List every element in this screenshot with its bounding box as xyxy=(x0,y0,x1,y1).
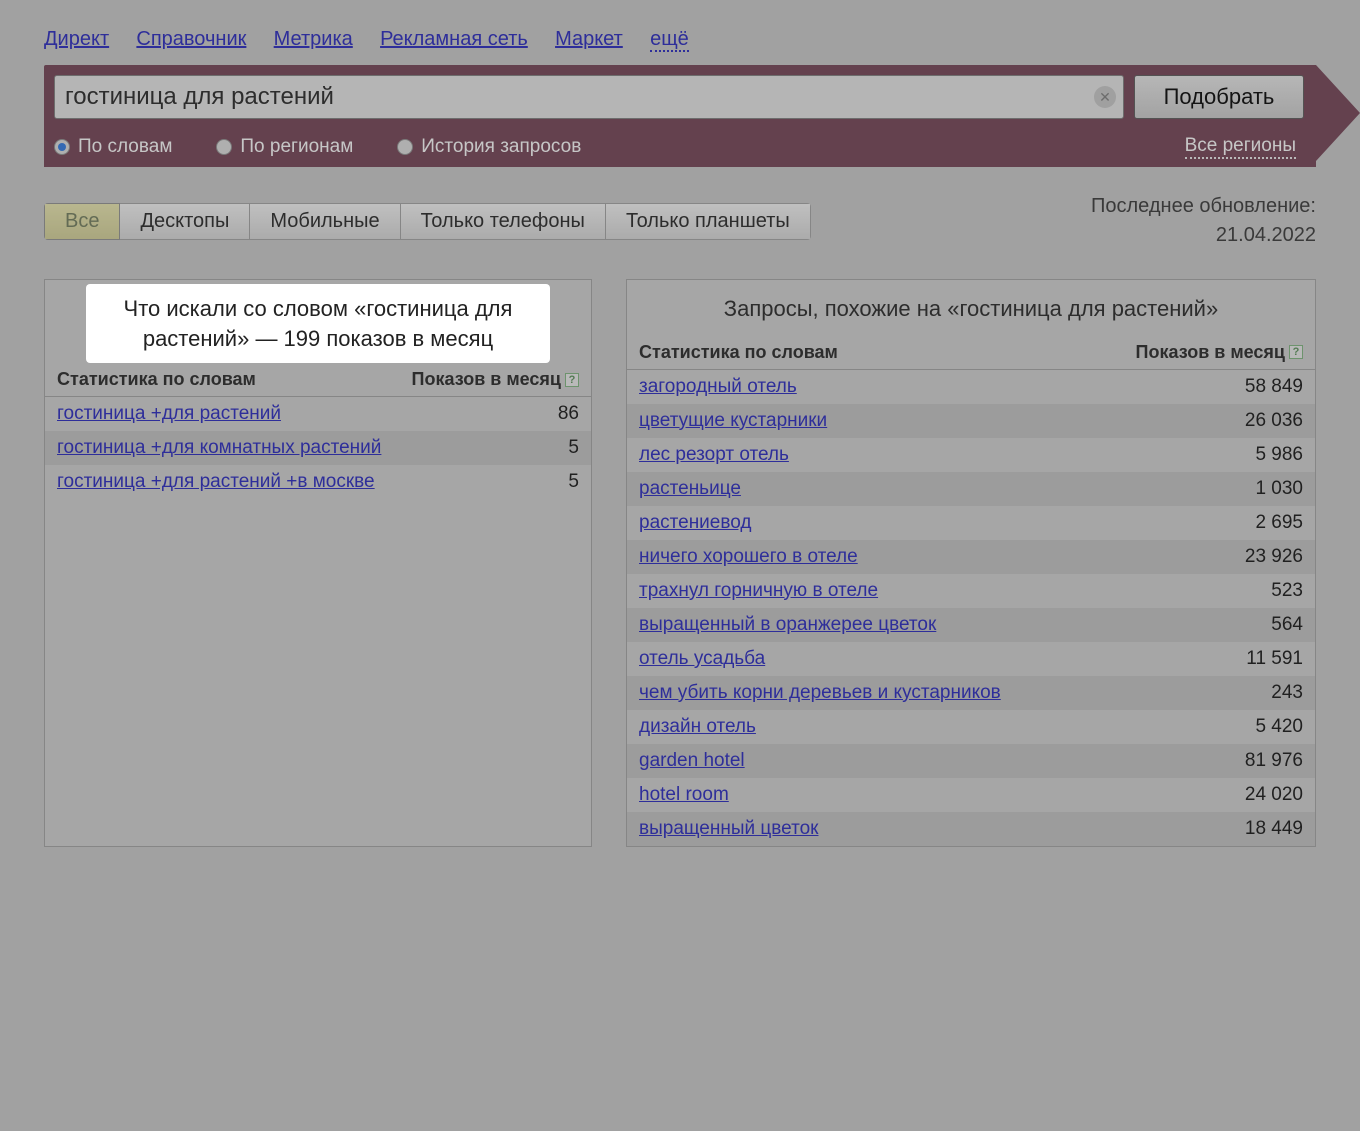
query-link[interactable]: загородный отель xyxy=(639,376,797,397)
impressions-count: 1 030 xyxy=(1243,478,1303,500)
search-input[interactable] xyxy=(54,75,1124,119)
mode-radio-row: По словам По регионам История запросов В… xyxy=(44,127,1316,167)
table-row: гостиница +для растений +в москве 5 xyxy=(45,465,591,499)
impressions-count: 5 xyxy=(519,437,579,459)
table-row: трахнул горничную в отеле 523 xyxy=(627,574,1315,608)
table-row: чем убить корни деревьев и кустарников 24… xyxy=(627,676,1315,710)
table-row: ничего хорошего в отеле 23 926 xyxy=(627,540,1315,574)
query-link[interactable]: отель усадьба xyxy=(639,648,765,669)
table-row: гостиница +для растений 86 xyxy=(45,397,591,431)
tab-all[interactable]: Все xyxy=(44,203,120,240)
col-stat: Статистика по словам xyxy=(57,369,412,390)
region-selector[interactable]: Все регионы xyxy=(1185,135,1296,159)
query-link[interactable]: дизайн отель xyxy=(639,716,756,737)
link-metrika[interactable]: Метрика xyxy=(274,28,353,50)
impressions-count: 5 xyxy=(519,471,579,493)
table-row: выращенный цветок 18 449 xyxy=(627,812,1315,846)
radio-dot-icon xyxy=(397,139,413,155)
radio-label: История запросов xyxy=(421,136,581,158)
link-direct[interactable]: Директ xyxy=(44,28,109,50)
table-header: Статистика по словам Показов в месяц ? xyxy=(45,363,591,397)
link-more[interactable]: ещё xyxy=(650,28,689,52)
table-row: дизайн отель 5 420 xyxy=(627,710,1315,744)
query-link[interactable]: ничего хорошего в отеле xyxy=(639,546,858,567)
panel-similar-title: Запросы, похожие на «гостиница для расте… xyxy=(627,280,1315,336)
radio-by-regions[interactable]: По регионам xyxy=(216,136,353,158)
query-link[interactable]: растеньице xyxy=(639,478,741,499)
query-link[interactable]: выращенный в оранжерее цветок xyxy=(639,614,936,635)
radio-dot-icon xyxy=(216,139,232,155)
panel-similar: Запросы, похожие на «гостиница для расте… xyxy=(626,279,1316,847)
impressions-count: 5 420 xyxy=(1243,716,1303,738)
query-link[interactable]: лес резорт отель xyxy=(639,444,789,465)
impressions-count: 86 xyxy=(519,403,579,425)
impressions-count: 11 591 xyxy=(1243,648,1303,670)
radio-by-words[interactable]: По словам xyxy=(54,136,172,158)
table-row: гостиница +для комнатных растений 5 xyxy=(45,431,591,465)
query-link[interactable]: выращенный цветок xyxy=(639,818,818,839)
query-link[interactable]: трахнул горничную в отеле xyxy=(639,580,878,601)
query-link[interactable]: гостиница +для растений +в москве xyxy=(57,471,375,492)
impressions-count: 2 695 xyxy=(1243,512,1303,534)
tab-tablets[interactable]: Только планшеты xyxy=(606,203,811,240)
table-row: лес резорт отель 5 986 xyxy=(627,438,1315,472)
query-link[interactable]: растениевод xyxy=(639,512,751,533)
top-service-links: Директ Справочник Метрика Рекламная сеть… xyxy=(44,28,1316,51)
impressions-count: 564 xyxy=(1243,614,1303,636)
radio-dot-icon xyxy=(54,139,70,155)
device-tabs: Все Десктопы Мобильные Только телефоны Т… xyxy=(44,203,811,240)
impressions-count: 523 xyxy=(1243,580,1303,602)
table-row: цветущие кустарники 26 036 xyxy=(627,404,1315,438)
table-row: hotel room 24 020 xyxy=(627,778,1315,812)
search-arrow-decoration xyxy=(1316,65,1360,161)
query-link[interactable]: гостиница +для растений xyxy=(57,403,281,424)
query-link[interactable]: чем убить корни деревьев и кустарников xyxy=(639,682,1001,703)
table-row: garden hotel 81 976 xyxy=(627,744,1315,778)
link-advnet[interactable]: Рекламная сеть xyxy=(380,28,528,50)
impressions-count: 24 020 xyxy=(1243,784,1303,806)
clear-icon[interactable]: ✕ xyxy=(1094,86,1116,108)
impressions-count: 18 449 xyxy=(1243,818,1303,840)
radio-label: По регионам xyxy=(240,136,353,158)
submit-button[interactable]: Подобрать xyxy=(1134,75,1304,119)
table-row: выращенный в оранжерее цветок 564 xyxy=(627,608,1315,642)
table-header: Статистика по словам Показов в месяц ? xyxy=(627,336,1315,370)
last-update-date: 21.04.2022 xyxy=(1091,224,1316,247)
searchbar: ✕ Подобрать По словам По регионам Истори… xyxy=(44,65,1316,167)
impressions-count: 81 976 xyxy=(1243,750,1303,772)
last-update: Последнее обновление: 21.04.2022 xyxy=(1091,195,1316,247)
tab-mobile[interactable]: Мобильные xyxy=(250,203,400,240)
table-row: растениевод 2 695 xyxy=(627,506,1315,540)
col-stat: Статистика по словам xyxy=(639,342,1136,363)
impressions-count: 243 xyxy=(1243,682,1303,704)
radio-history[interactable]: История запросов xyxy=(397,136,581,158)
tab-phones[interactable]: Только телефоны xyxy=(401,203,606,240)
panel-with-word-title: Что искали со словом «гостиница для раст… xyxy=(86,284,550,363)
col-count: Показов в месяц ? xyxy=(1136,342,1303,363)
impressions-count: 23 926 xyxy=(1243,546,1303,568)
last-update-label: Последнее обновление: xyxy=(1091,195,1316,218)
query-link[interactable]: цветущие кустарники xyxy=(639,410,827,431)
help-icon[interactable]: ? xyxy=(565,373,579,387)
table-row: загородный отель 58 849 xyxy=(627,370,1315,404)
impressions-count: 58 849 xyxy=(1243,376,1303,398)
table-row: отель усадьба 11 591 xyxy=(627,642,1315,676)
link-market[interactable]: Маркет xyxy=(555,28,623,50)
query-link[interactable]: гостиница +для комнатных растений xyxy=(57,437,381,458)
link-spravochnik[interactable]: Справочник xyxy=(136,28,246,50)
tab-desktops[interactable]: Десктопы xyxy=(120,203,250,240)
impressions-count: 5 986 xyxy=(1243,444,1303,466)
query-link[interactable]: garden hotel xyxy=(639,750,745,771)
table-row: растеньице 1 030 xyxy=(627,472,1315,506)
radio-label: По словам xyxy=(78,136,172,158)
help-icon[interactable]: ? xyxy=(1289,345,1303,359)
impressions-count: 26 036 xyxy=(1243,410,1303,432)
panel-with-word: Что искали со словом «гостиница для раст… xyxy=(44,279,592,847)
query-link[interactable]: hotel room xyxy=(639,784,729,805)
col-count: Показов в месяц ? xyxy=(412,369,579,390)
